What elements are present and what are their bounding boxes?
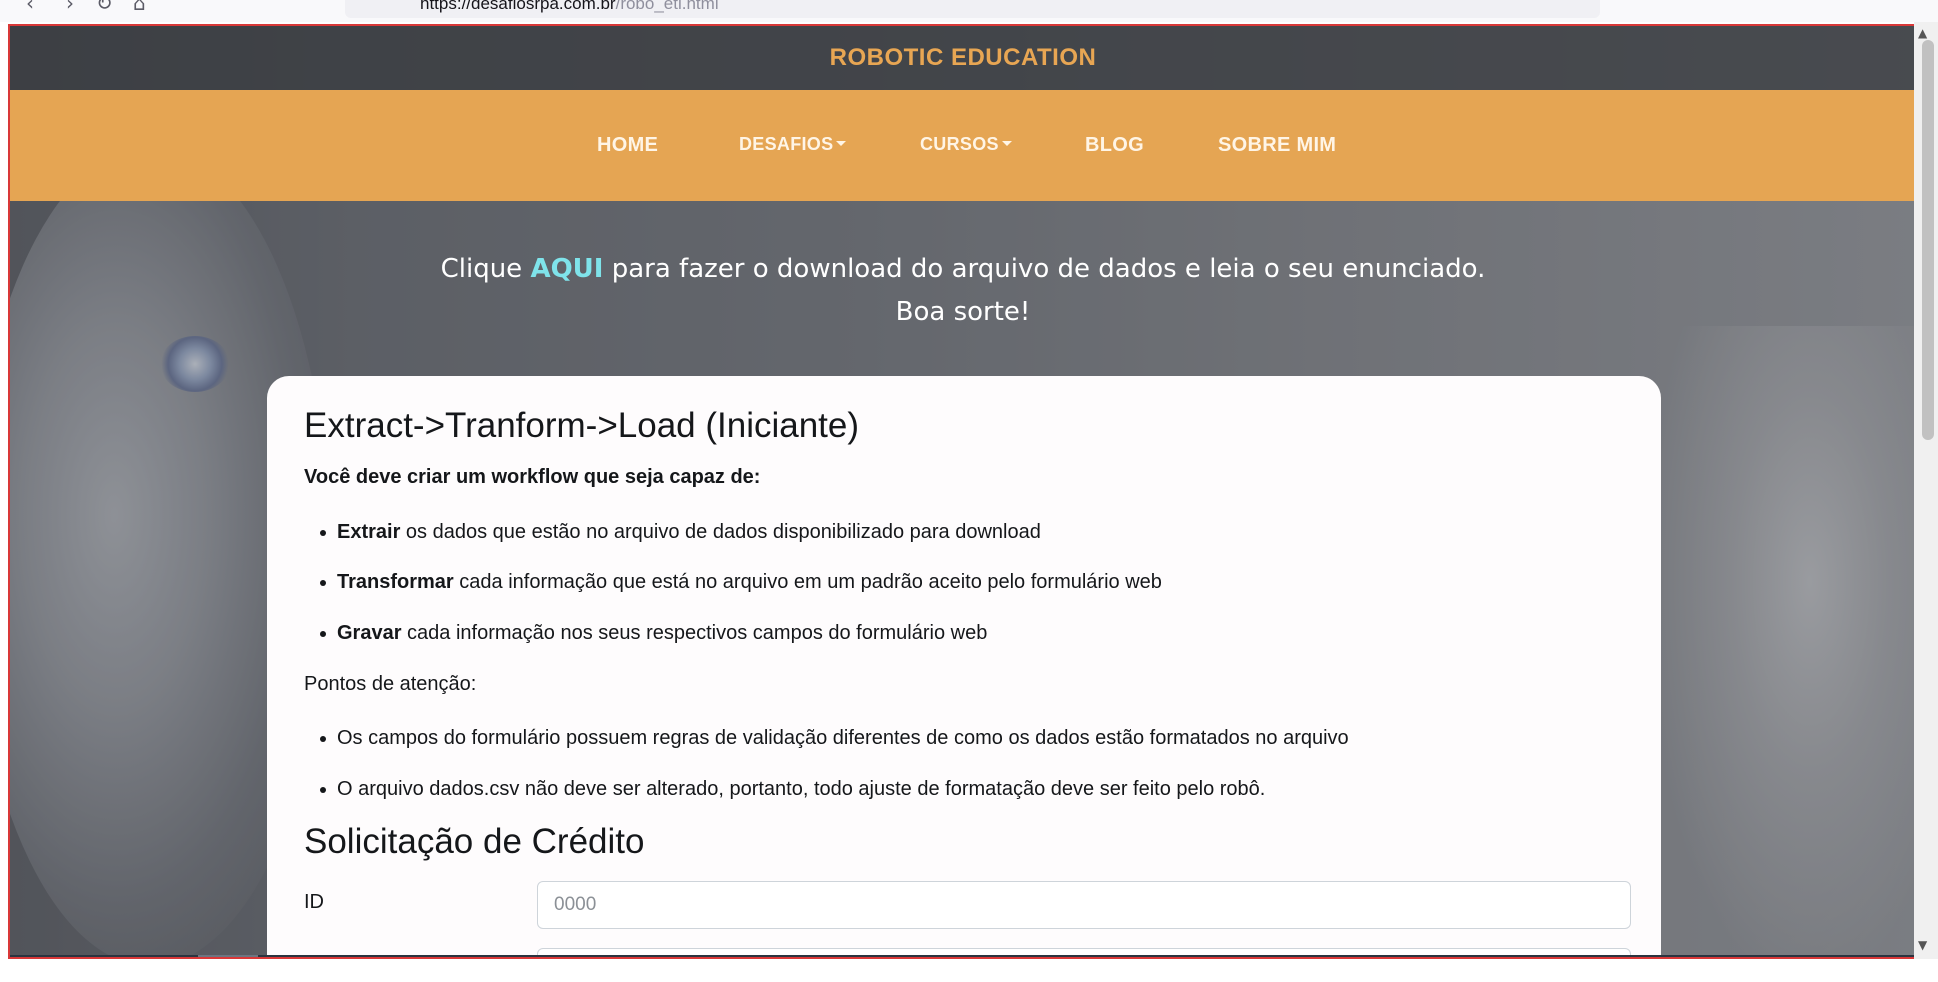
intro-line-1: Clique AQUI para fazer o download do arq… xyxy=(10,248,1914,291)
reload-icon[interactable]: ↻ xyxy=(96,0,113,13)
caret-down-icon xyxy=(1001,140,1012,146)
horizontal-scroll-thumb[interactable] xyxy=(198,955,258,957)
caret-down-icon xyxy=(836,140,847,146)
intro-line-2: Boa sorte! xyxy=(895,297,1031,327)
nav-home[interactable]: HOME xyxy=(597,134,658,157)
step-text: os dados que estão no arquivo de dados d… xyxy=(400,521,1041,543)
site-title[interactable]: ROBOTIC EDUCATION xyxy=(10,44,1914,72)
intro-prefix: Clique xyxy=(440,254,531,284)
intro-suffix: para fazer o download do arquivo de dado… xyxy=(603,254,1486,284)
step-text: cada informação nos seus respectivos cam… xyxy=(401,622,988,644)
id-input[interactable] xyxy=(537,881,1631,929)
id-label: ID xyxy=(304,891,324,913)
url-path: /robo_etl.html xyxy=(615,0,719,13)
attention-item: O arquivo dados.csv não deve ser alterad… xyxy=(319,778,1266,800)
next-form-input[interactable] xyxy=(537,948,1631,957)
nav-desafios[interactable]: DESAFIOS xyxy=(739,134,847,155)
attention-item: Os campos do formulário possuem regras d… xyxy=(320,727,1349,749)
browser-toolbar: ‹ › ↻ ⌂ https://desafiosrpa.com.br/robo_… xyxy=(0,0,1938,22)
scroll-down-icon[interactable]: ▼ xyxy=(1918,938,1927,952)
forward-icon[interactable]: › xyxy=(66,0,74,13)
attention-heading: Pontos de atenção: xyxy=(304,673,477,695)
page-viewport: ROBOTIC EDUCATION HOME DESAFIOS CURSOS B… xyxy=(8,24,1914,959)
step-keyword: Extrair xyxy=(337,521,401,543)
step-keyword: Transformar xyxy=(337,571,454,593)
vertical-scroll-thumb[interactable] xyxy=(1922,40,1934,440)
nav-cursos[interactable]: CURSOS xyxy=(920,134,1012,155)
scroll-up-icon[interactable]: ▲ xyxy=(1918,26,1927,40)
url-text[interactable]: https://desafiosrpa.com.br/robo_etl.html xyxy=(420,0,719,14)
url-host: https://desafiosrpa.com.br xyxy=(420,0,616,13)
nav-sobre-mim[interactable]: SOBRE MIM xyxy=(1218,134,1336,157)
challenge-card: Extract->Tranform->Load (Iniciante) Você… xyxy=(267,376,1661,957)
challenge-lead: Você deve criar um workflow que seja cap… xyxy=(304,466,761,488)
step-keyword: Gravar xyxy=(337,622,402,644)
nav-cursos-label: CURSOS xyxy=(920,134,999,154)
nav-desafios-label: DESAFIOS xyxy=(739,134,834,154)
form-title: Solicitação de Crédito xyxy=(304,822,645,861)
horizontal-scrollbar[interactable] xyxy=(10,955,1914,957)
home-icon[interactable]: ⌂ xyxy=(133,0,146,13)
main-navbar: HOME DESAFIOS CURSOS BLOG SOBRE MIM xyxy=(10,90,1914,201)
intro-text: Clique AQUI para fazer o download do arq… xyxy=(10,248,1914,334)
step-text: cada informação que está no arquivo em u… xyxy=(453,571,1162,593)
challenge-title: Extract->Tranform->Load (Iniciante) xyxy=(304,406,860,445)
step-item: Transformar cada informação que está no … xyxy=(320,571,1162,594)
step-item: Extrair os dados que estão no arquivo de… xyxy=(320,521,1041,544)
step-item: Gravar cada informação nos seus respecti… xyxy=(319,622,988,645)
back-icon[interactable]: ‹ xyxy=(26,0,34,13)
site-header: ROBOTIC EDUCATION xyxy=(10,26,1914,90)
download-link[interactable]: AQUI xyxy=(530,254,603,284)
nav-blog[interactable]: BLOG xyxy=(1085,134,1144,157)
